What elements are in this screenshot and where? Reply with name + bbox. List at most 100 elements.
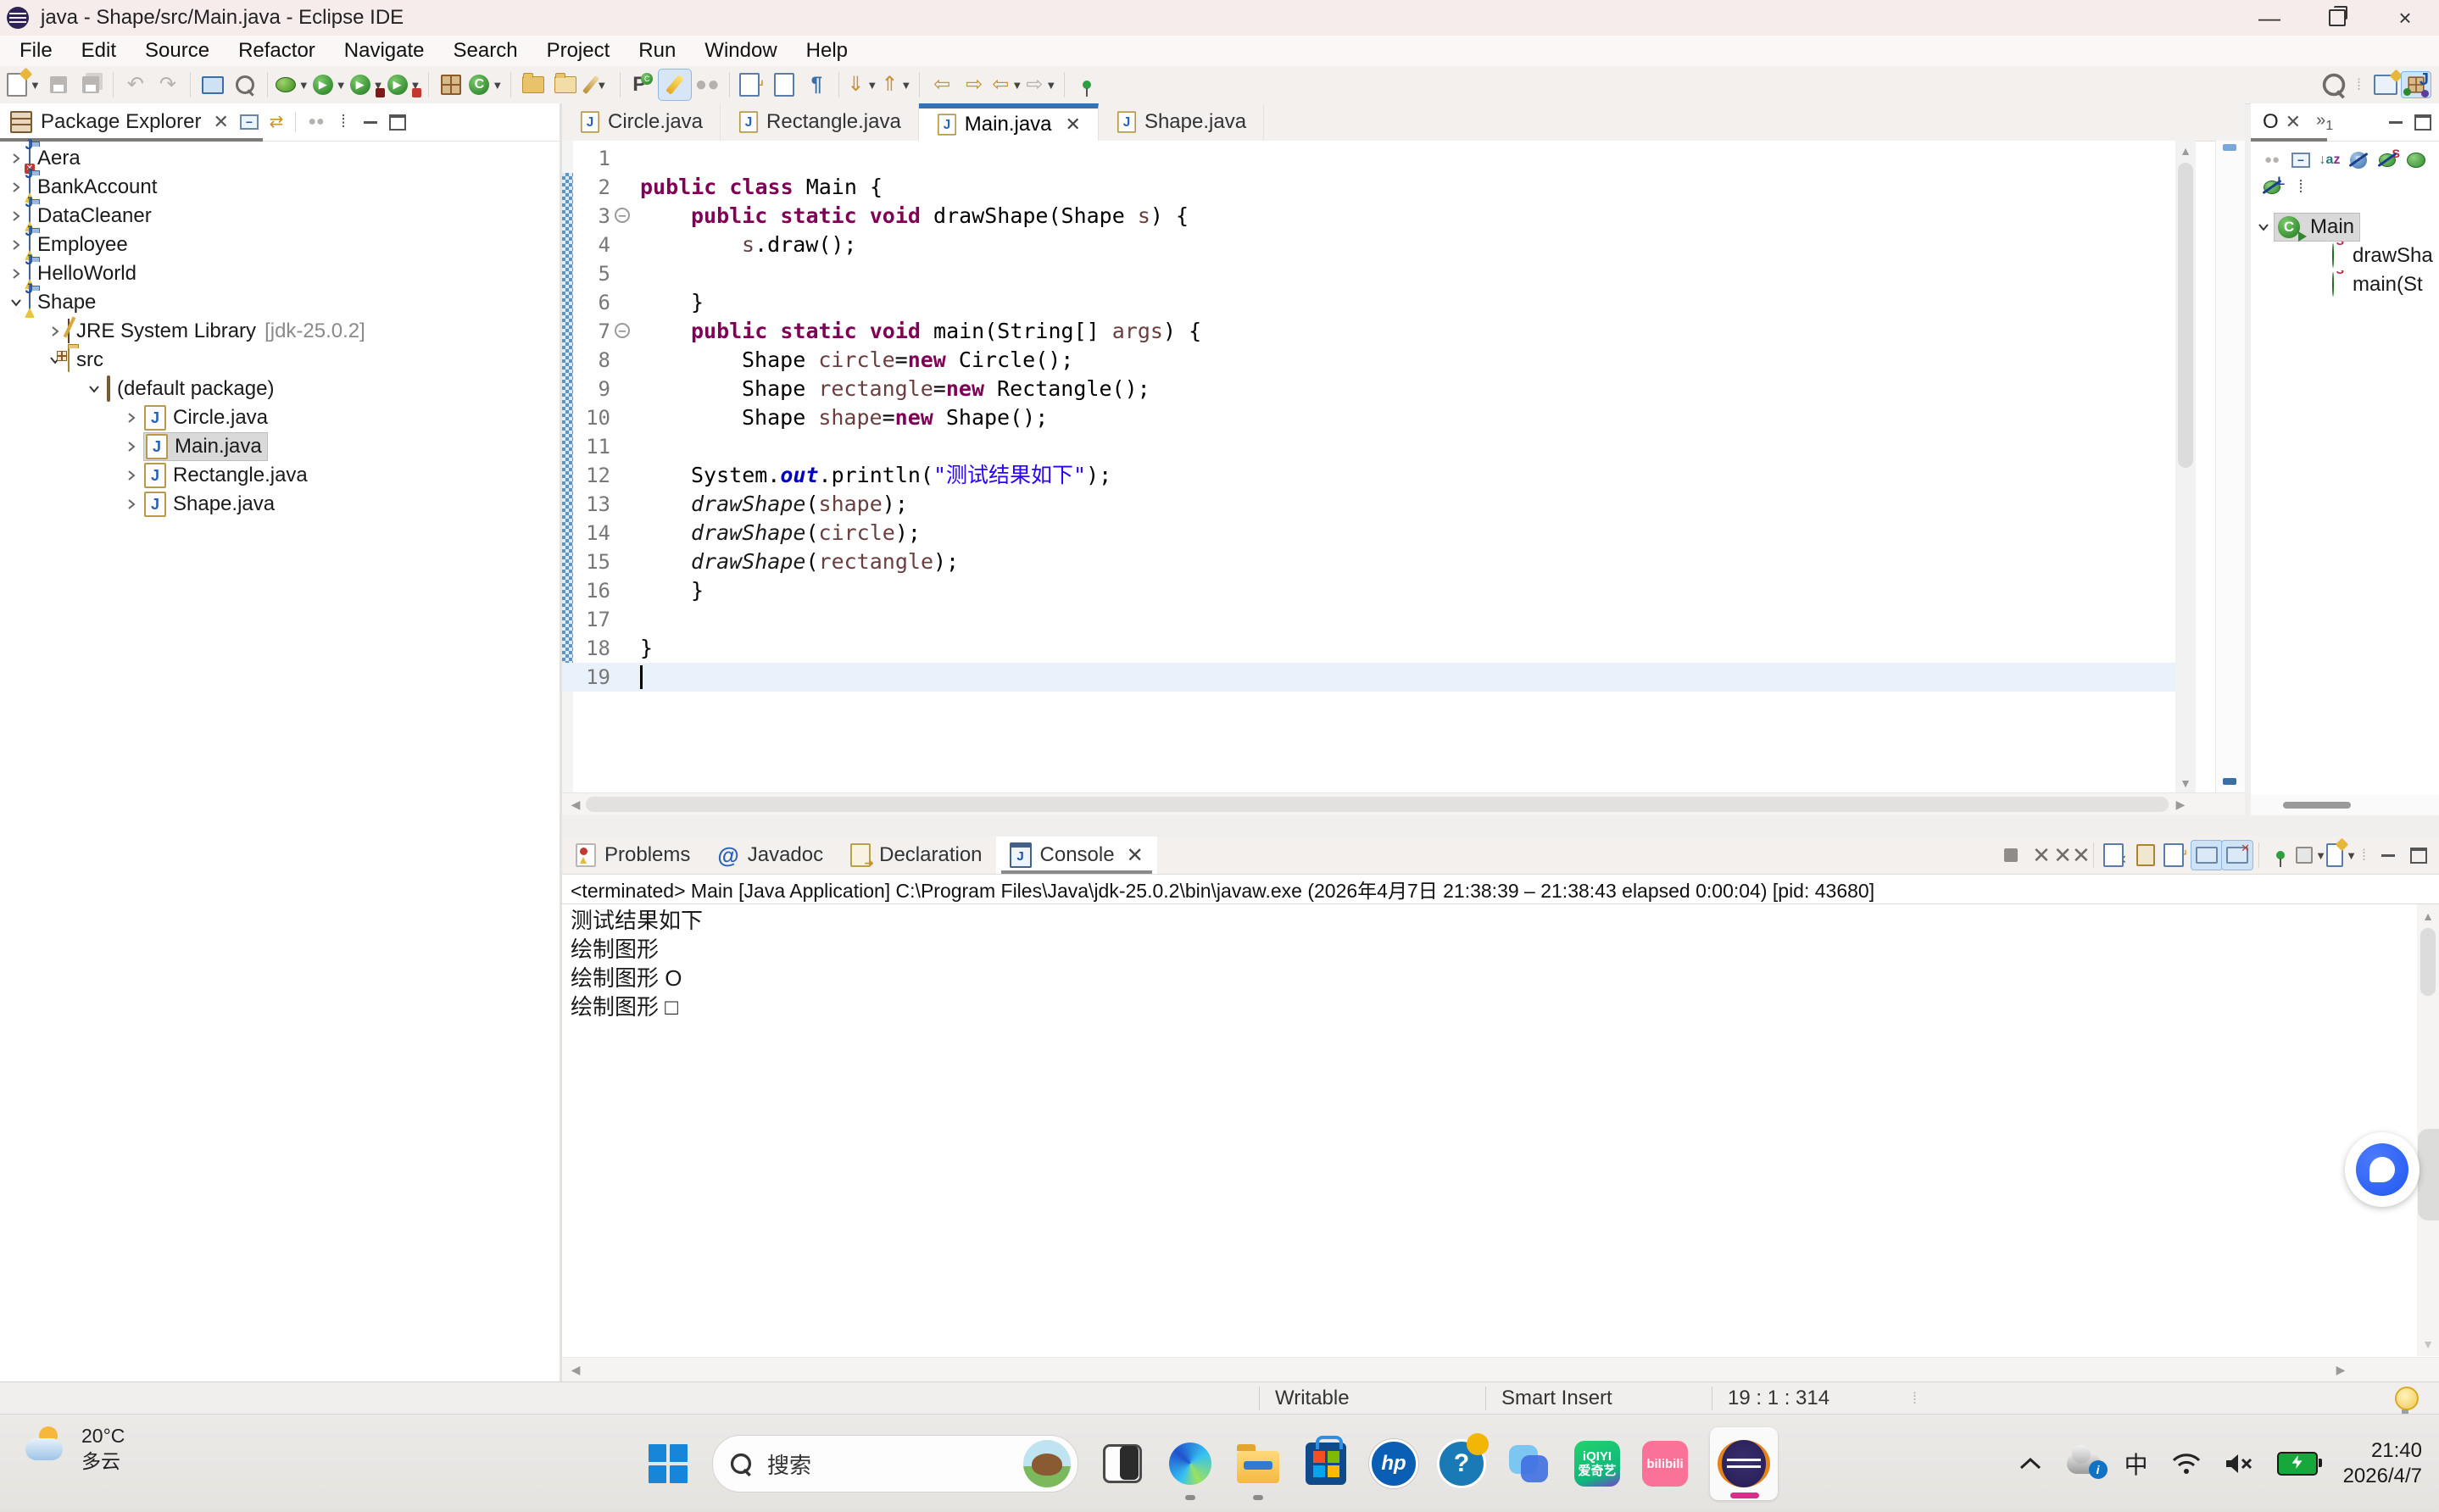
hide-static-members-button[interactable]: S <box>2373 147 2402 174</box>
taskbar-iqiyi[interactable]: iQIYI爱奇艺 <box>1573 1439 1622 1488</box>
scrollbar-thumb[interactable] <box>2420 928 2436 996</box>
taskbar-file-explorer[interactable] <box>1233 1439 1283 1488</box>
new-java-class-button[interactable]: C▼ <box>467 69 504 100</box>
pin-console-button[interactable] <box>2265 841 2296 870</box>
show-whitespace-button[interactable]: ¶ <box>800 69 832 100</box>
outline-item-main-method[interactable]: S main(St <box>2251 270 2439 299</box>
external-tools-button[interactable]: ▶▼ <box>386 69 423 100</box>
show-console-on-stderr-toggle[interactable]: ✕ <box>2222 841 2252 870</box>
fold-collapse-icon[interactable]: − <box>615 208 630 223</box>
outline-tab-label[interactable]: O <box>2263 110 2279 134</box>
menu-help[interactable]: Help <box>792 36 862 66</box>
taskbar-hp[interactable]: hp <box>1369 1439 1418 1488</box>
tab-javadoc[interactable]: @Javadoc <box>704 837 837 874</box>
start-button[interactable] <box>643 1439 693 1488</box>
tab-close-icon[interactable]: ✕ <box>1066 114 1081 136</box>
code-line[interactable]: 16} <box>562 576 2196 605</box>
code-line[interactable]: 8Shape circle=new Circle(); <box>562 346 2196 375</box>
show-console-on-stdout-toggle[interactable] <box>2191 841 2222 870</box>
console-view-menu[interactable]: ⁞ <box>2362 847 2368 864</box>
tab-close-icon[interactable]: ✕ <box>1127 843 1144 868</box>
scroll-up-arrow[interactable]: ▲ <box>2175 141 2196 161</box>
clear-console-button[interactable]: ✕ <box>2100 841 2130 870</box>
tree-item-project[interactable]: DataCleaner <box>0 202 560 231</box>
outline-view-menu-button[interactable]: ⁞ <box>2286 174 2315 201</box>
taskbar-hp-support[interactable]: ? <box>1437 1439 1486 1488</box>
tree-item-rectangle-java[interactable]: J Rectangle.java <box>0 461 560 490</box>
tree-item-project[interactable]: HelloWorld <box>0 259 560 288</box>
scroll-down-arrow[interactable]: ▼ <box>2175 773 2196 793</box>
scroll-right-arrow[interactable]: ▶ <box>2170 794 2191 814</box>
tree-item-circle-java[interactable]: J Circle.java <box>0 403 560 432</box>
editor-horizontal-scrollbar[interactable]: ◀ ▶ <box>562 792 2245 815</box>
code-line[interactable]: 2public class Main { <box>562 173 2196 202</box>
export-button[interactable] <box>549 69 582 100</box>
taskbar-edge[interactable] <box>1166 1439 1215 1488</box>
last-edit-location-button[interactable]: ⇦ <box>926 69 958 100</box>
code-line[interactable]: 11 <box>562 432 2196 461</box>
collapse-all-button[interactable]: − <box>237 109 262 135</box>
taskbar-search-box[interactable]: 搜索 <box>712 1435 1078 1493</box>
scroll-left-arrow[interactable]: ◀ <box>565 1359 586 1380</box>
code-line[interactable]: 7−public static void main(String[] args)… <box>562 317 2196 346</box>
outline-item-drawshape-method[interactable]: S drawSha <box>2251 242 2439 270</box>
code-line[interactable]: 4s.draw(); <box>562 231 2196 259</box>
code-line[interactable]: 13drawShape(shape); <box>562 490 2196 519</box>
menu-window[interactable]: Window <box>690 36 791 66</box>
code-line[interactable]: 15drawShape(rectangle); <box>562 548 2196 576</box>
new-wizard-button[interactable]: ▼ <box>5 69 42 100</box>
scrollbar-thumb[interactable] <box>2283 802 2351 809</box>
tab-console[interactable]: JConsole✕ <box>996 837 1157 874</box>
open-perspective-button[interactable] <box>2369 69 2402 100</box>
taskbar-microsoft-store[interactable] <box>1301 1439 1350 1488</box>
menu-run[interactable]: Run <box>624 36 690 66</box>
fold-collapse-icon[interactable]: − <box>615 323 630 338</box>
display-selected-console-button[interactable]: ▼ <box>2296 841 2326 870</box>
plugin-button[interactable]: PC <box>626 69 659 100</box>
view-overflow-chevrons[interactable]: »1 <box>2316 111 2333 134</box>
next-edit-location-button[interactable]: ⇨ <box>958 69 990 100</box>
console-horizontal-scrollbar[interactable]: ◀ ▶ <box>562 1357 2439 1381</box>
menu-edit[interactable]: Edit <box>67 36 131 66</box>
scrollbar-thumb[interactable] <box>2178 163 2193 468</box>
outline-horizontal-scrollbar[interactable] <box>2251 795 2439 815</box>
tree-item-project-shape[interactable]: Shape <box>0 288 560 317</box>
taskbar-eclipse-active[interactable] <box>1708 1439 1779 1488</box>
terminate-button[interactable] <box>1996 841 2026 870</box>
scroll-up-arrow[interactable]: ▲ <box>2418 906 2438 926</box>
code-line[interactable]: 17 <box>562 605 2196 634</box>
hide-local-types-button[interactable]: L <box>2258 174 2286 201</box>
taskbar-bilibili[interactable]: bilibili <box>1640 1439 1690 1488</box>
menu-navigate[interactable]: Navigate <box>330 36 439 66</box>
toolbar-drag-handle[interactable]: ⁞ <box>2357 76 2363 94</box>
explorer-title[interactable]: Package Explorer <box>41 110 201 134</box>
scrollbar-thumb[interactable] <box>586 797 2169 812</box>
quick-search-button[interactable] <box>2318 69 2350 100</box>
tab-main-java[interactable]: JMain.java✕ <box>919 103 1099 141</box>
tab-circle-java[interactable]: JCircle.java <box>562 103 721 141</box>
taskbar-weather-widget[interactable]: 20°C 多云 <box>24 1423 125 1474</box>
open-console-button[interactable]: ▼ <box>2326 841 2357 870</box>
open-type-button[interactable] <box>517 69 549 100</box>
tray-show-hidden-icons[interactable] <box>2018 1456 2043 1471</box>
console-maximize-button[interactable] <box>2403 841 2434 870</box>
explorer-close-icon[interactable]: ✕ <box>213 111 228 133</box>
scroll-down-arrow[interactable]: ▼ <box>2418 1334 2438 1354</box>
console-minimize-button[interactable] <box>2373 841 2403 870</box>
remove-all-terminated-button[interactable]: ✕✕ <box>2057 841 2087 870</box>
word-wrap-button[interactable]: ↵ <box>2161 841 2191 870</box>
back-button[interactable]: ⇦▼ <box>990 69 1024 100</box>
pin-editor-button[interactable] <box>1071 69 1103 100</box>
scroll-lock-button[interactable] <box>2130 841 2161 870</box>
assistant-floating-button[interactable] <box>2345 1132 2420 1207</box>
menu-file[interactable]: File <box>5 36 67 66</box>
menu-refactor[interactable]: Refactor <box>224 36 330 66</box>
tree-item-project[interactable]: Employee <box>0 231 560 259</box>
menu-project[interactable]: Project <box>532 36 625 66</box>
open-console-view-button[interactable] <box>197 69 229 100</box>
code-line[interactable]: 9Shape rectangle=new Rectangle(); <box>562 375 2196 403</box>
collapse-all-button[interactable]: − <box>2286 147 2315 174</box>
window-close-button[interactable]: × <box>2371 0 2439 36</box>
tree-item-shape-java[interactable]: J Shape.java <box>0 490 560 519</box>
redo-button[interactable]: ↷ <box>152 69 184 100</box>
